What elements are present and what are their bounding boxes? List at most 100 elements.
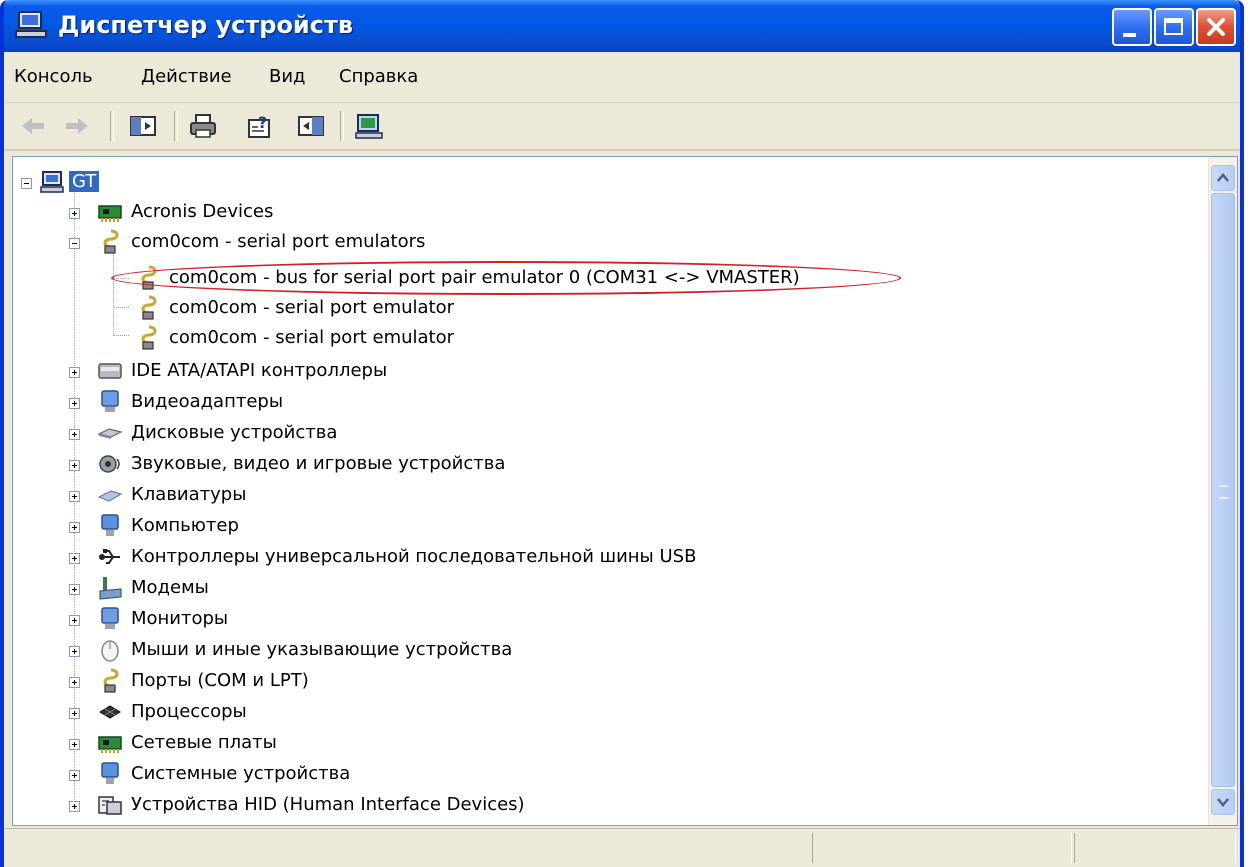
toolbar: ? — [4, 103, 1240, 151]
processor-icon — [99, 705, 121, 719]
close-icon — [1207, 18, 1225, 36]
tree-label: Клавиатуры — [131, 484, 247, 505]
back-arrow-icon[interactable] — [18, 112, 48, 140]
forward-arrow-icon[interactable] — [62, 112, 92, 140]
minimize-button[interactable] — [1112, 8, 1152, 46]
update-driver-icon[interactable] — [296, 112, 326, 140]
tree-item-hid[interactable]: Устройства HID (Human Interface Devices) — [13, 790, 613, 820]
scroll-down-button[interactable] — [1211, 789, 1235, 815]
keyboard-icon — [97, 490, 123, 502]
tree-label: Модемы — [131, 577, 209, 598]
window-title: Диспетчер устройств — [58, 11, 354, 39]
expand-icon[interactable] — [69, 801, 80, 812]
expand-icon[interactable] — [69, 553, 80, 564]
network-card-icon — [98, 736, 122, 753]
menu-help[interactable]: Справка — [339, 66, 418, 87]
modem-icon — [99, 577, 122, 600]
collapse-icon[interactable] — [69, 238, 80, 249]
tree-item-com0com[interactable]: com0com - serial port emulators — [13, 227, 513, 257]
tree-item-disk[interactable]: Дисковые устройства — [13, 418, 513, 448]
close-button[interactable] — [1196, 8, 1236, 46]
toolbar-separator — [174, 111, 178, 141]
properties-help-icon[interactable]: ? — [246, 112, 276, 140]
expand-icon[interactable] — [69, 522, 80, 533]
chevron-up-icon — [1217, 173, 1229, 182]
tree-item-system[interactable]: Системные устройства — [13, 759, 513, 789]
device-manager-window: Диспетчер устройств Консоль Действие Вид… — [0, 0, 1244, 867]
expand-icon[interactable] — [69, 646, 80, 657]
vertical-scrollbar[interactable] — [1208, 157, 1237, 825]
tree-item-ports[interactable]: Порты (COM и LPT) — [13, 666, 513, 696]
tree-item-com0com-port[interactable]: com0com - serial port emulator — [13, 323, 513, 353]
tree-label: Звуковые, видео и игровые устройства — [131, 453, 506, 474]
tree-item-root[interactable]: GT — [13, 167, 313, 197]
expand-icon[interactable] — [69, 460, 80, 471]
print-icon[interactable] — [188, 112, 218, 140]
system-device-icon — [101, 762, 119, 784]
tree-item-ide[interactable]: IDE ATA/ATAPI контроллеры — [13, 356, 513, 386]
tree-label: Acronis Devices — [131, 201, 274, 222]
show-hide-console-tree-icon[interactable] — [128, 112, 158, 140]
tree-item-video[interactable]: Видеоадаптеры — [13, 387, 513, 417]
toolbar-separator — [110, 111, 114, 141]
scan-hardware-icon[interactable] — [354, 112, 384, 140]
tree-item-network[interactable]: Сетевые платы — [13, 728, 513, 758]
scroll-up-button[interactable] — [1211, 165, 1235, 191]
tree-label: Мониторы — [131, 608, 229, 629]
menu-view[interactable]: Вид — [269, 66, 306, 87]
hid-device-icon — [98, 796, 122, 815]
tree-item-mice[interactable]: Мыши и иные указывающие устройства — [13, 635, 613, 665]
svg-text:?: ? — [258, 113, 267, 132]
expand-icon[interactable] — [69, 615, 80, 626]
disk-drive-icon — [97, 428, 123, 439]
tree-label: com0com - serial port emulators — [131, 231, 426, 252]
tree-item-modems[interactable]: Модемы — [13, 573, 513, 603]
tree-item-computer[interactable]: Компьютер — [13, 511, 513, 541]
status-panel — [1074, 833, 1236, 863]
expand-icon[interactable] — [69, 770, 80, 781]
monitor-icon — [101, 607, 119, 629]
tree-label: Сетевые платы — [131, 732, 277, 753]
expand-icon[interactable] — [69, 398, 80, 409]
expand-icon[interactable] — [69, 429, 80, 440]
usb-icon — [99, 549, 120, 564]
tree-label: Порты (COM и LPT) — [131, 670, 309, 691]
computer-icon — [101, 514, 119, 536]
expand-icon[interactable] — [69, 677, 80, 688]
tree-item-com0com-port[interactable]: com0com - serial port emulator — [13, 293, 513, 323]
title-bar[interactable]: Диспетчер устройств — [4, 0, 1240, 52]
tree-item-cpu[interactable]: Процессоры — [13, 697, 513, 727]
tree-item-sound[interactable]: Звуковые, видео и игровые устройства — [13, 449, 613, 479]
maximize-button[interactable] — [1154, 8, 1194, 46]
status-panel — [812, 833, 1072, 863]
tree-label: Устройства HID (Human Interface Devices) — [131, 794, 525, 815]
scroll-thumb[interactable] — [1211, 193, 1235, 787]
tree-label: Дисковые устройства — [131, 422, 338, 443]
chevron-down-icon — [1217, 798, 1229, 807]
tree-item-monitors[interactable]: Мониторы — [13, 604, 513, 634]
expand-icon[interactable] — [69, 708, 80, 719]
menu-action[interactable]: Действие — [141, 66, 232, 87]
toolbar-separator — [340, 111, 344, 141]
tree-label: Видеоадаптеры — [131, 391, 284, 412]
display-adapter-icon — [101, 390, 119, 412]
collapse-icon[interactable] — [21, 178, 32, 189]
expand-icon[interactable] — [69, 584, 80, 595]
network-card-icon — [98, 205, 122, 222]
tree-label: com0com - serial port emulator — [169, 297, 455, 318]
expand-icon[interactable] — [69, 208, 80, 219]
expand-icon[interactable] — [69, 491, 80, 502]
tree-label: IDE ATA/ATAPI контроллеры — [131, 360, 388, 381]
tree-item-usb[interactable]: Контроллеры универсальной последовательн… — [13, 542, 773, 572]
device-tree-pane: GT Acronis Devices com0com - serial port… — [12, 156, 1238, 826]
tree-item-acronis[interactable]: Acronis Devices — [13, 197, 413, 227]
serial-port-icon — [141, 295, 157, 320]
device-tree[interactable]: GT Acronis Devices com0com - serial port… — [13, 157, 1209, 825]
menu-bar: Консоль Действие Вид Справка — [4, 52, 1240, 103]
mouse-icon — [101, 640, 119, 662]
expand-icon[interactable] — [69, 367, 80, 378]
tree-item-keyboard[interactable]: Клавиатуры — [13, 480, 513, 510]
menu-console[interactable]: Консоль — [14, 66, 93, 87]
expand-icon[interactable] — [69, 739, 80, 750]
ide-controller-icon — [98, 363, 122, 379]
